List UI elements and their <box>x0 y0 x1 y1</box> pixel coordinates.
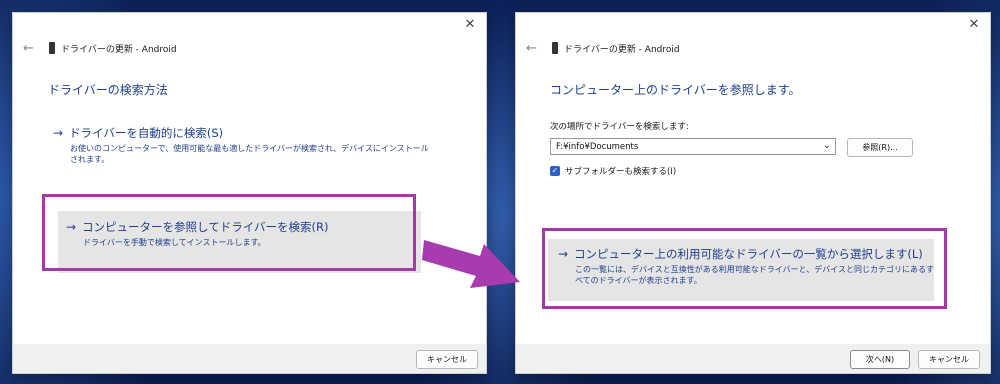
page-heading: ドライバーの検索方法 <box>48 83 168 97</box>
highlight-box <box>542 228 947 309</box>
back-arrow-icon[interactable]: ← <box>526 41 544 56</box>
cancel-button[interactable]: キャンセル <box>918 350 980 369</box>
checkmark-icon: ✓ <box>550 166 560 176</box>
window-title: ドライバーの更新 - Android <box>564 44 680 55</box>
device-icon <box>49 42 55 54</box>
path-combobox[interactable]: F:¥info¥Documents ⌄ <box>550 138 836 155</box>
next-button[interactable]: 次へ(N) <box>850 350 910 369</box>
option-title: ドライバーを自動的に検索(S) <box>69 126 224 140</box>
checkbox-label: サブフォルダーも検索する(I) <box>565 167 677 177</box>
path-value: F:¥info¥Documents <box>556 141 639 152</box>
device-icon <box>552 42 558 54</box>
include-subfolders-checkbox[interactable]: ✓ サブフォルダーも検索する(I) <box>550 165 676 177</box>
search-automatically-option[interactable]: → ドライバーを自動的に検索(S) お使いのコンピューターで、使用可能な最も適し… <box>53 126 433 165</box>
highlight-box <box>42 194 416 271</box>
cancel-button[interactable]: キャンセル <box>416 350 478 369</box>
footer-bar: 次へ(N) キャンセル <box>516 344 990 373</box>
window-title: ドライバーの更新 - Android <box>61 44 177 55</box>
chevron-down-icon[interactable]: ⌄ <box>823 140 831 151</box>
title-bar: ← ドライバーの更新 - Android <box>23 39 476 57</box>
close-icon[interactable]: ✕ <box>462 17 478 33</box>
browse-button[interactable]: 参照(R)... <box>847 138 913 157</box>
search-location-label: 次の場所でドライバーを検索します: <box>550 122 689 132</box>
option-description: お使いのコンピューターで、使用可能な最も適したドライバーが検索され、デバイスにイ… <box>70 144 429 164</box>
back-arrow-icon[interactable]: ← <box>23 41 41 56</box>
title-bar: ← ドライバーの更新 - Android <box>526 39 980 57</box>
driver-update-window-step1: ✕ ← ドライバーの更新 - Android ドライバーの検索方法 → ドライバ… <box>12 12 487 374</box>
close-icon[interactable]: ✕ <box>966 17 982 33</box>
driver-update-window-step2: ✕ ← ドライバーの更新 - Android コンピューター上のドライバーを参照… <box>515 12 991 374</box>
arrow-right-icon: → <box>53 126 64 140</box>
step-arrow-icon <box>422 240 520 288</box>
page-heading: コンピューター上のドライバーを参照します。 <box>550 83 801 97</box>
footer-bar: キャンセル <box>13 344 486 373</box>
